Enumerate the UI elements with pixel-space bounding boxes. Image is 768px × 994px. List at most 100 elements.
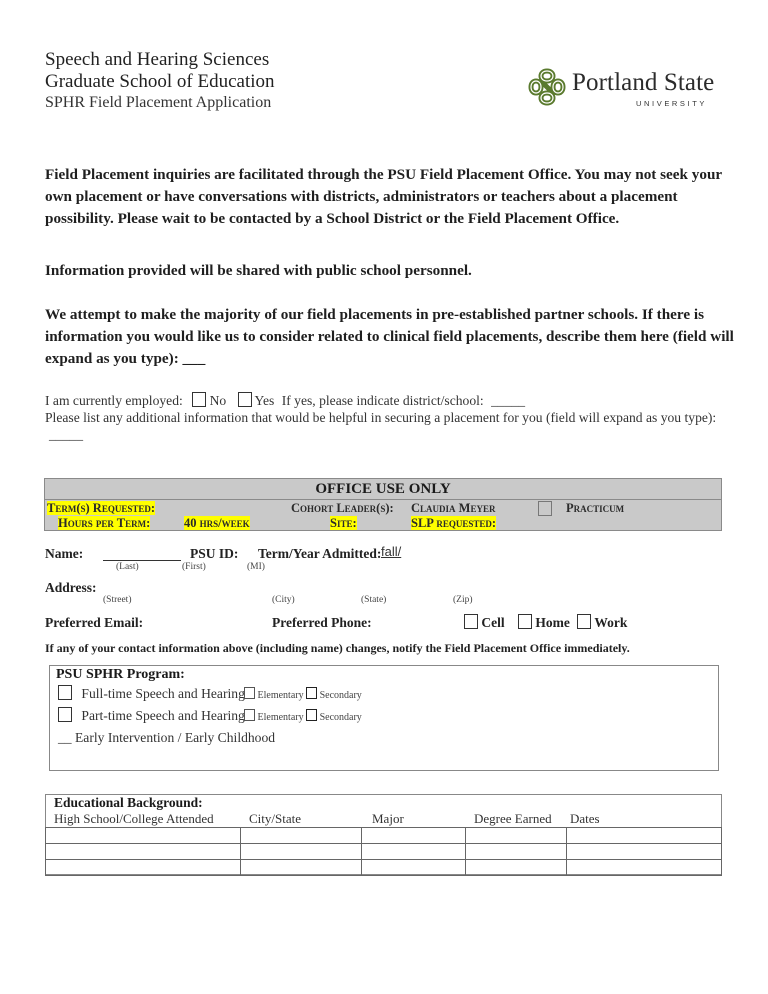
home-checkbox[interactable] <box>518 614 532 629</box>
cell-label: Cell <box>481 615 505 630</box>
education-table <box>45 827 722 876</box>
table-cell[interactable] <box>566 843 722 860</box>
additional-info-row: Please list any additional information t… <box>45 409 735 443</box>
program-box: PSU SPHR Program: Full-time Speech and H… <box>49 665 719 771</box>
parttime-elementary-label: Elementary <box>257 712 304 723</box>
term-admitted-label: Term/Year Admitted: <box>258 546 382 561</box>
intro-paragraph-3[interactable]: We attempt to make the majority of our f… <box>45 304 735 370</box>
table-cell[interactable] <box>566 827 722 844</box>
parttime-elementary-checkbox[interactable] <box>244 709 255 721</box>
last-name-caption: (Last) <box>116 562 139 572</box>
cohort-leader-value: Claudia Meyer <box>411 501 496 515</box>
table-cell[interactable] <box>465 843 567 860</box>
additional-info-field[interactable]: _____ <box>49 427 83 442</box>
fulltime-level-row: Elementary Secondary <box>244 687 362 701</box>
parttime-checkbox[interactable] <box>58 707 72 722</box>
home-label: Home <box>535 615 570 630</box>
fulltime-label: Full-time Speech and Hearing <box>81 686 245 701</box>
logo-subtitle: UNIVERSITY <box>636 99 708 108</box>
city-caption: (City) <box>272 595 295 605</box>
psu-id-label: PSU ID: <box>190 546 239 561</box>
preferred-phone-label: Preferred Phone: <box>272 615 372 630</box>
column-header-city-state: City/State <box>249 811 301 826</box>
address-label: Address: <box>45 580 97 595</box>
contact-change-notice: If any of your contact information above… <box>45 641 630 655</box>
table-row <box>45 843 722 860</box>
name-label: Name: <box>45 546 84 561</box>
phone-type-row: Cell Home Work <box>464 614 627 631</box>
parttime-secondary-checkbox[interactable] <box>306 709 318 721</box>
table-cell[interactable] <box>361 859 466 876</box>
parttime-level-row: Elementary Secondary <box>244 709 362 723</box>
state-caption: (State) <box>361 595 387 605</box>
intro-paragraph-1: Field Placement inquiries are facilitate… <box>45 166 722 227</box>
employed-yes-label: Yes <box>254 393 275 408</box>
column-header-major: Major <box>372 811 404 826</box>
slp-requested-label: SLP requested: <box>411 516 497 530</box>
fulltime-row: Full-time Speech and Hearing <box>58 685 245 702</box>
early-intervention-option[interactable]: __ Early Intervention / Early Childhood <box>58 729 275 746</box>
table-cell[interactable] <box>45 859 241 876</box>
fulltime-elementary-label: Elementary <box>257 690 304 701</box>
form-title: SPHR Field Placement Application <box>45 94 272 111</box>
employment-row: I am currently employed: No Yes If yes, … <box>45 392 735 409</box>
office-use-title: OFFICE USE ONLY <box>45 479 721 500</box>
terms-requested-label: Term(s) Requested: <box>47 501 155 515</box>
hours-per-term-label: Hours per Term: <box>58 516 151 530</box>
cohort-leader-label: Cohort Leader(s): <box>291 501 394 515</box>
parttime-row: Part-time Speech and Hearing <box>58 707 245 724</box>
department-title: Speech and Hearing Sciences <box>45 49 270 70</box>
employed-no-label: No <box>209 393 227 408</box>
psu-logo: Portland State UNIVERSITY <box>527 67 737 111</box>
table-cell[interactable] <box>240 843 362 860</box>
fulltime-checkbox[interactable] <box>58 685 72 700</box>
table-cell[interactable] <box>566 859 722 876</box>
zip-caption: (Zip) <box>453 595 473 605</box>
education-box: Educational Background: High School/Coll… <box>45 794 722 876</box>
education-title: Educational Background: <box>54 795 203 810</box>
additional-info-prompt: Please list any additional information t… <box>45 410 717 425</box>
table-cell[interactable] <box>465 859 567 876</box>
fulltime-elementary-checkbox[interactable] <box>244 687 255 699</box>
street-caption: (Street) <box>103 595 132 605</box>
term-admitted-field[interactable]: fall/ <box>381 544 401 559</box>
logo-wordmark: Portland State <box>572 69 715 96</box>
district-prompt: If yes, please indicate district/school: <box>281 393 484 408</box>
table-cell[interactable] <box>240 859 362 876</box>
work-label: Work <box>594 615 628 630</box>
practicum-checkbox[interactable] <box>538 501 552 516</box>
preferred-email-label: Preferred Email: <box>45 615 144 630</box>
district-field[interactable]: _____ <box>491 393 525 408</box>
middle-initial-caption: (MI) <box>247 562 265 572</box>
hours-per-term-value: 40 hrs/week <box>184 516 250 530</box>
cell-checkbox[interactable] <box>464 614 478 629</box>
work-checkbox[interactable] <box>577 614 592 629</box>
office-use-box: OFFICE USE ONLY Term(s) Requested: Cohor… <box>44 478 722 531</box>
first-name-caption: (First) <box>182 562 206 572</box>
column-header-degree: Degree Earned <box>474 811 552 826</box>
column-header-dates: Dates <box>570 811 600 826</box>
name-field[interactable] <box>103 547 181 561</box>
psu-knot-logo-icon <box>528 68 566 106</box>
table-cell[interactable] <box>465 827 567 844</box>
table-cell[interactable] <box>45 827 241 844</box>
employed-no-checkbox[interactable] <box>192 392 207 407</box>
intro-paragraph-2: Information provided will be shared with… <box>45 262 472 279</box>
table-row <box>45 859 722 876</box>
address-field[interactable] <box>103 578 563 596</box>
fulltime-secondary-label: Secondary <box>319 690 362 701</box>
table-row <box>45 827 722 844</box>
practicum-label: Practicum <box>566 501 625 515</box>
table-cell[interactable] <box>361 843 466 860</box>
school-title: Graduate School of Education <box>45 71 275 92</box>
employment-label: I am currently employed: <box>45 393 183 408</box>
parttime-secondary-label: Secondary <box>319 712 362 723</box>
parttime-label: Part-time Speech and Hearing <box>81 708 245 723</box>
employed-yes-checkbox[interactable] <box>237 392 252 407</box>
fulltime-secondary-checkbox[interactable] <box>306 687 318 699</box>
table-cell[interactable] <box>45 843 241 860</box>
table-cell[interactable] <box>240 827 362 844</box>
column-header-school: High School/College Attended <box>54 811 214 826</box>
table-cell[interactable] <box>361 827 466 844</box>
site-label: Site: <box>330 516 357 530</box>
